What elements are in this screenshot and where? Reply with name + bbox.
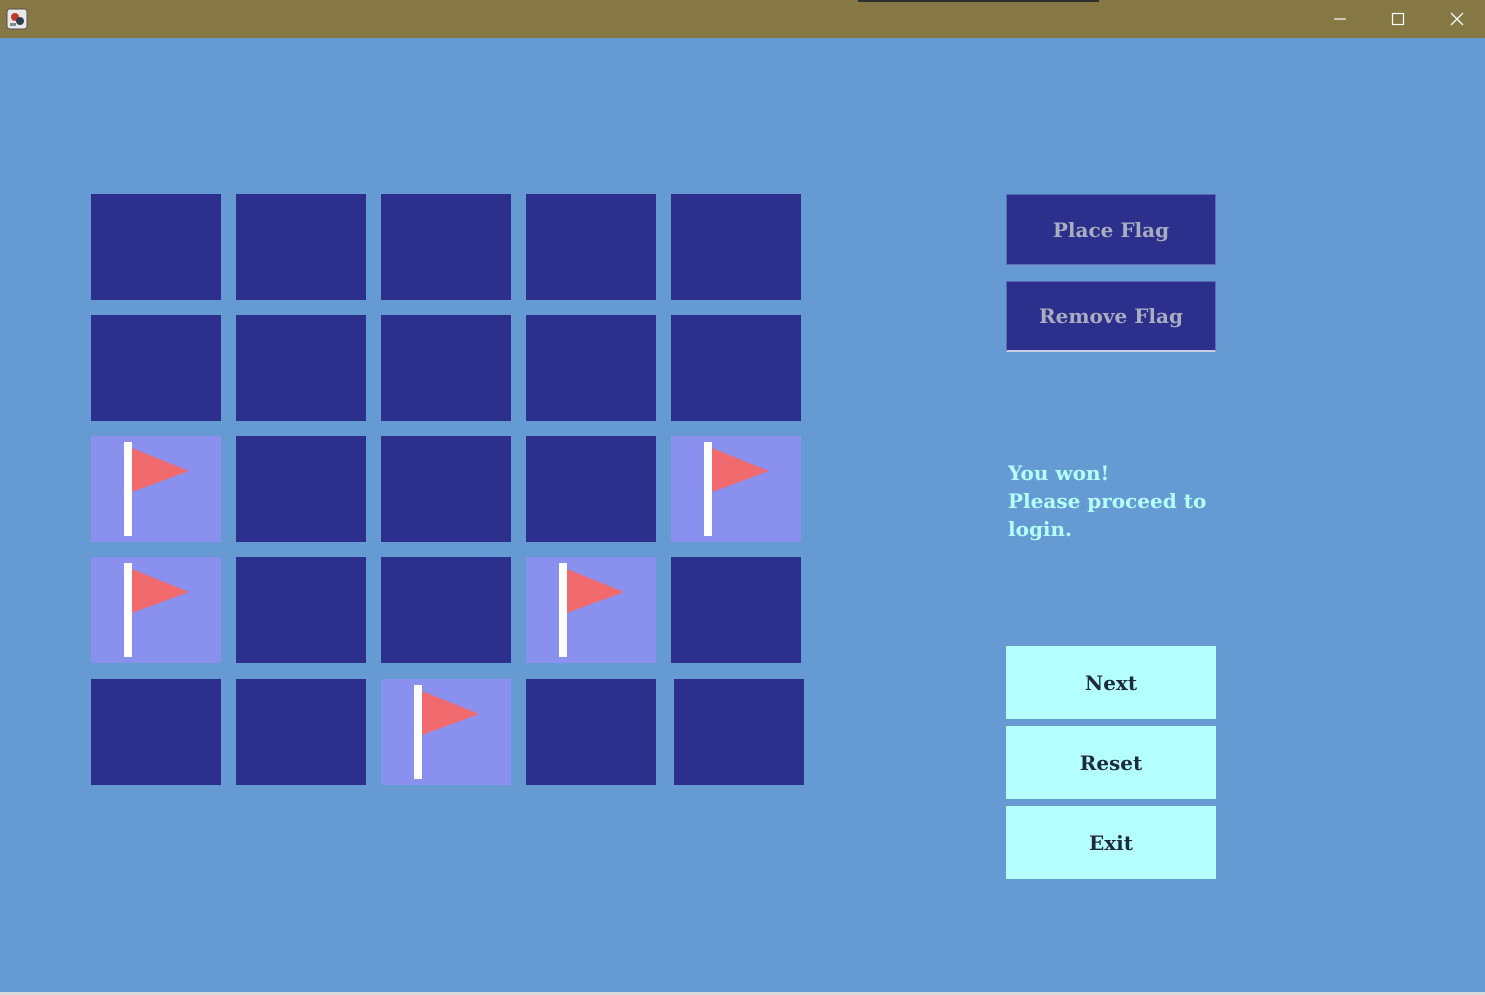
title-bar — [0, 0, 1485, 38]
status-message-line: login. — [1008, 517, 1073, 541]
covered-cell[interactable] — [674, 679, 804, 785]
covered-cell[interactable] — [381, 436, 511, 542]
covered-cell[interactable] — [236, 679, 366, 785]
covered-cell[interactable] — [236, 557, 366, 663]
flag-icon — [124, 442, 189, 536]
covered-cell[interactable] — [236, 436, 366, 542]
minimize-button[interactable] — [1311, 0, 1369, 38]
app-icon — [6, 8, 28, 30]
game-window: Place Flag Remove Flag You won! Please p… — [0, 0, 1485, 995]
remove-flag-button[interactable]: Remove Flag — [1006, 281, 1216, 352]
flag-icon — [414, 685, 479, 779]
covered-cell[interactable] — [526, 315, 656, 421]
covered-cell[interactable] — [236, 194, 366, 300]
status-message: You won! Please proceed to login. — [1008, 459, 1208, 543]
covered-cell[interactable] — [91, 315, 221, 421]
flag-icon — [559, 563, 624, 657]
covered-cell[interactable] — [671, 557, 801, 663]
maximize-icon — [1391, 12, 1405, 26]
flagged-cell[interactable] — [91, 436, 221, 542]
minimize-icon — [1334, 18, 1346, 20]
covered-cell[interactable] — [236, 315, 366, 421]
covered-cell[interactable] — [671, 315, 801, 421]
covered-cell[interactable] — [526, 194, 656, 300]
flagged-cell[interactable] — [381, 679, 511, 785]
covered-cell[interactable] — [381, 194, 511, 300]
covered-cell[interactable] — [671, 194, 801, 300]
flagged-cell[interactable] — [526, 557, 656, 663]
place-flag-button[interactable]: Place Flag — [1006, 194, 1216, 265]
covered-cell[interactable] — [381, 315, 511, 421]
flag-icon — [704, 442, 769, 536]
minesweeper-board — [0, 0, 1485, 995]
covered-cell[interactable] — [526, 679, 656, 785]
title-bar-accent-line — [858, 0, 1099, 2]
maximize-button[interactable] — [1369, 0, 1427, 38]
covered-cell[interactable] — [526, 436, 656, 542]
exit-button[interactable]: Exit — [1006, 806, 1216, 879]
reset-button[interactable]: Reset — [1006, 726, 1216, 799]
close-button[interactable] — [1428, 0, 1485, 38]
covered-cell[interactable] — [91, 679, 221, 785]
close-icon — [1450, 12, 1464, 26]
status-message-line: Please proceed to — [1008, 489, 1207, 513]
status-message-line: You won! — [1008, 461, 1110, 485]
flagged-cell[interactable] — [671, 436, 801, 542]
flagged-cell[interactable] — [91, 557, 221, 663]
covered-cell[interactable] — [381, 557, 511, 663]
covered-cell[interactable] — [91, 194, 221, 300]
next-button[interactable]: Next — [1006, 646, 1216, 719]
flag-icon — [124, 563, 189, 657]
